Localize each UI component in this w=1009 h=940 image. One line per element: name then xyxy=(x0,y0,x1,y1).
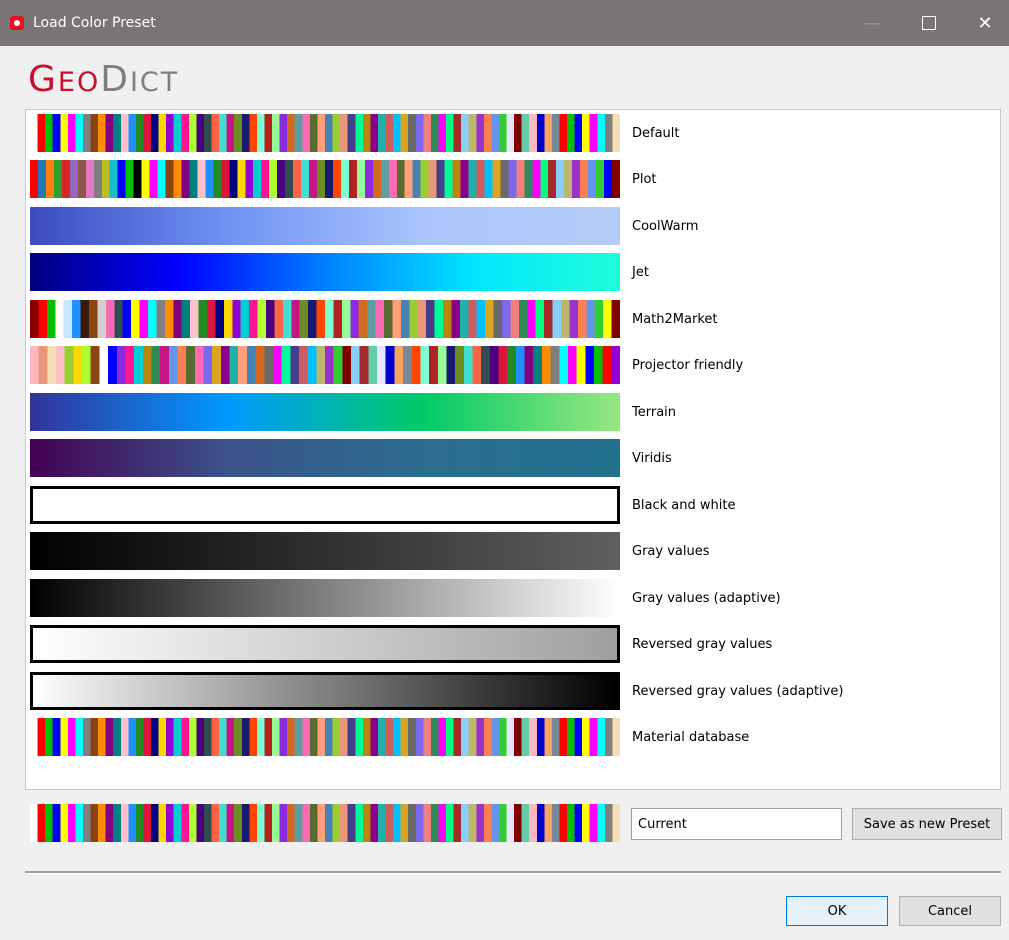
preset-label: Jet xyxy=(632,265,649,280)
minimize-icon: — xyxy=(864,12,882,34)
minimize-button[interactable]: — xyxy=(850,0,896,46)
preset-color-swatch xyxy=(30,300,620,338)
load-color-preset-dialog: Load Color Preset — ✕ GEODICT Default Plo… xyxy=(0,0,1009,940)
preset-color-swatch xyxy=(30,579,620,617)
preset-row[interactable]: Reversed gray values xyxy=(26,622,1000,668)
preset-row[interactable]: Math2Market xyxy=(26,297,1000,343)
preset-row[interactable]: Projector friendly xyxy=(26,343,1000,389)
preset-color-swatch xyxy=(30,207,620,245)
preset-color-swatch xyxy=(30,346,620,384)
preset-row[interactable]: CoolWarm xyxy=(26,204,1000,250)
maximize-icon xyxy=(922,16,936,30)
preset-row[interactable]: Default xyxy=(26,111,1000,157)
geodict-logo: GEODICT xyxy=(28,60,179,100)
preset-label: Gray values (adaptive) xyxy=(632,591,781,606)
preset-row[interactable]: Viridis xyxy=(26,436,1000,482)
preset-color-swatch xyxy=(30,486,620,524)
preset-name-input[interactable] xyxy=(631,808,842,840)
save-as-new-preset-button[interactable]: Save as new Preset xyxy=(852,808,1002,840)
preset-row[interactable]: Gray values xyxy=(26,529,1000,575)
preset-row[interactable]: Black and white xyxy=(26,483,1000,529)
preset-color-swatch xyxy=(30,718,620,756)
ok-button[interactable]: OK xyxy=(786,896,888,926)
logo-letter-g: G xyxy=(28,59,58,100)
preset-label: Default xyxy=(632,126,680,141)
preset-row[interactable]: Jet xyxy=(26,250,1000,296)
close-button[interactable]: ✕ xyxy=(962,0,1008,46)
preset-row[interactable]: Plot xyxy=(26,157,1000,203)
preset-label: Viridis xyxy=(632,451,672,466)
preset-label: Reversed gray values xyxy=(632,637,773,652)
preset-row[interactable]: Reversed gray values (adaptive) xyxy=(26,669,1000,715)
preset-label: Gray values xyxy=(632,544,710,559)
window-title: Load Color Preset xyxy=(33,15,156,31)
preset-color-swatch xyxy=(30,393,620,431)
preset-label: Plot xyxy=(632,172,657,187)
logo-letters-ict: ICT xyxy=(129,67,180,98)
title-bar[interactable]: Load Color Preset — ✕ xyxy=(0,0,1009,46)
app-icon xyxy=(10,16,24,30)
preset-color-swatch xyxy=(30,672,620,710)
preset-row[interactable]: Terrain xyxy=(26,390,1000,436)
preset-label: Projector friendly xyxy=(632,358,744,373)
preset-label: CoolWarm xyxy=(632,219,699,234)
preset-color-swatch xyxy=(30,625,620,663)
preset-label: Terrain xyxy=(632,405,677,420)
current-preset-swatch xyxy=(30,804,620,842)
separator-line xyxy=(25,871,1001,874)
cancel-button[interactable]: Cancel xyxy=(899,896,1001,926)
maximize-button[interactable] xyxy=(906,0,952,46)
preset-label: Material database xyxy=(632,730,750,745)
preset-color-swatch xyxy=(30,253,620,291)
preset-list[interactable]: Default Plot CoolWarm Jet Math2Market Project… xyxy=(25,109,1001,790)
preset-color-swatch xyxy=(30,114,620,152)
logo-letter-d: D xyxy=(100,59,130,100)
preset-label: Reversed gray values (adaptive) xyxy=(632,684,844,699)
preset-color-swatch xyxy=(30,160,620,198)
logo-letters-eo: EO xyxy=(57,67,101,98)
preset-label: Black and white xyxy=(632,498,736,513)
preset-row[interactable]: Gray values (adaptive) xyxy=(26,576,1000,622)
preset-color-swatch xyxy=(30,532,620,570)
preset-color-swatch xyxy=(30,439,620,477)
preset-label: Math2Market xyxy=(632,312,718,327)
preset-row[interactable]: Material database xyxy=(26,715,1000,761)
close-icon: ✕ xyxy=(977,12,993,34)
